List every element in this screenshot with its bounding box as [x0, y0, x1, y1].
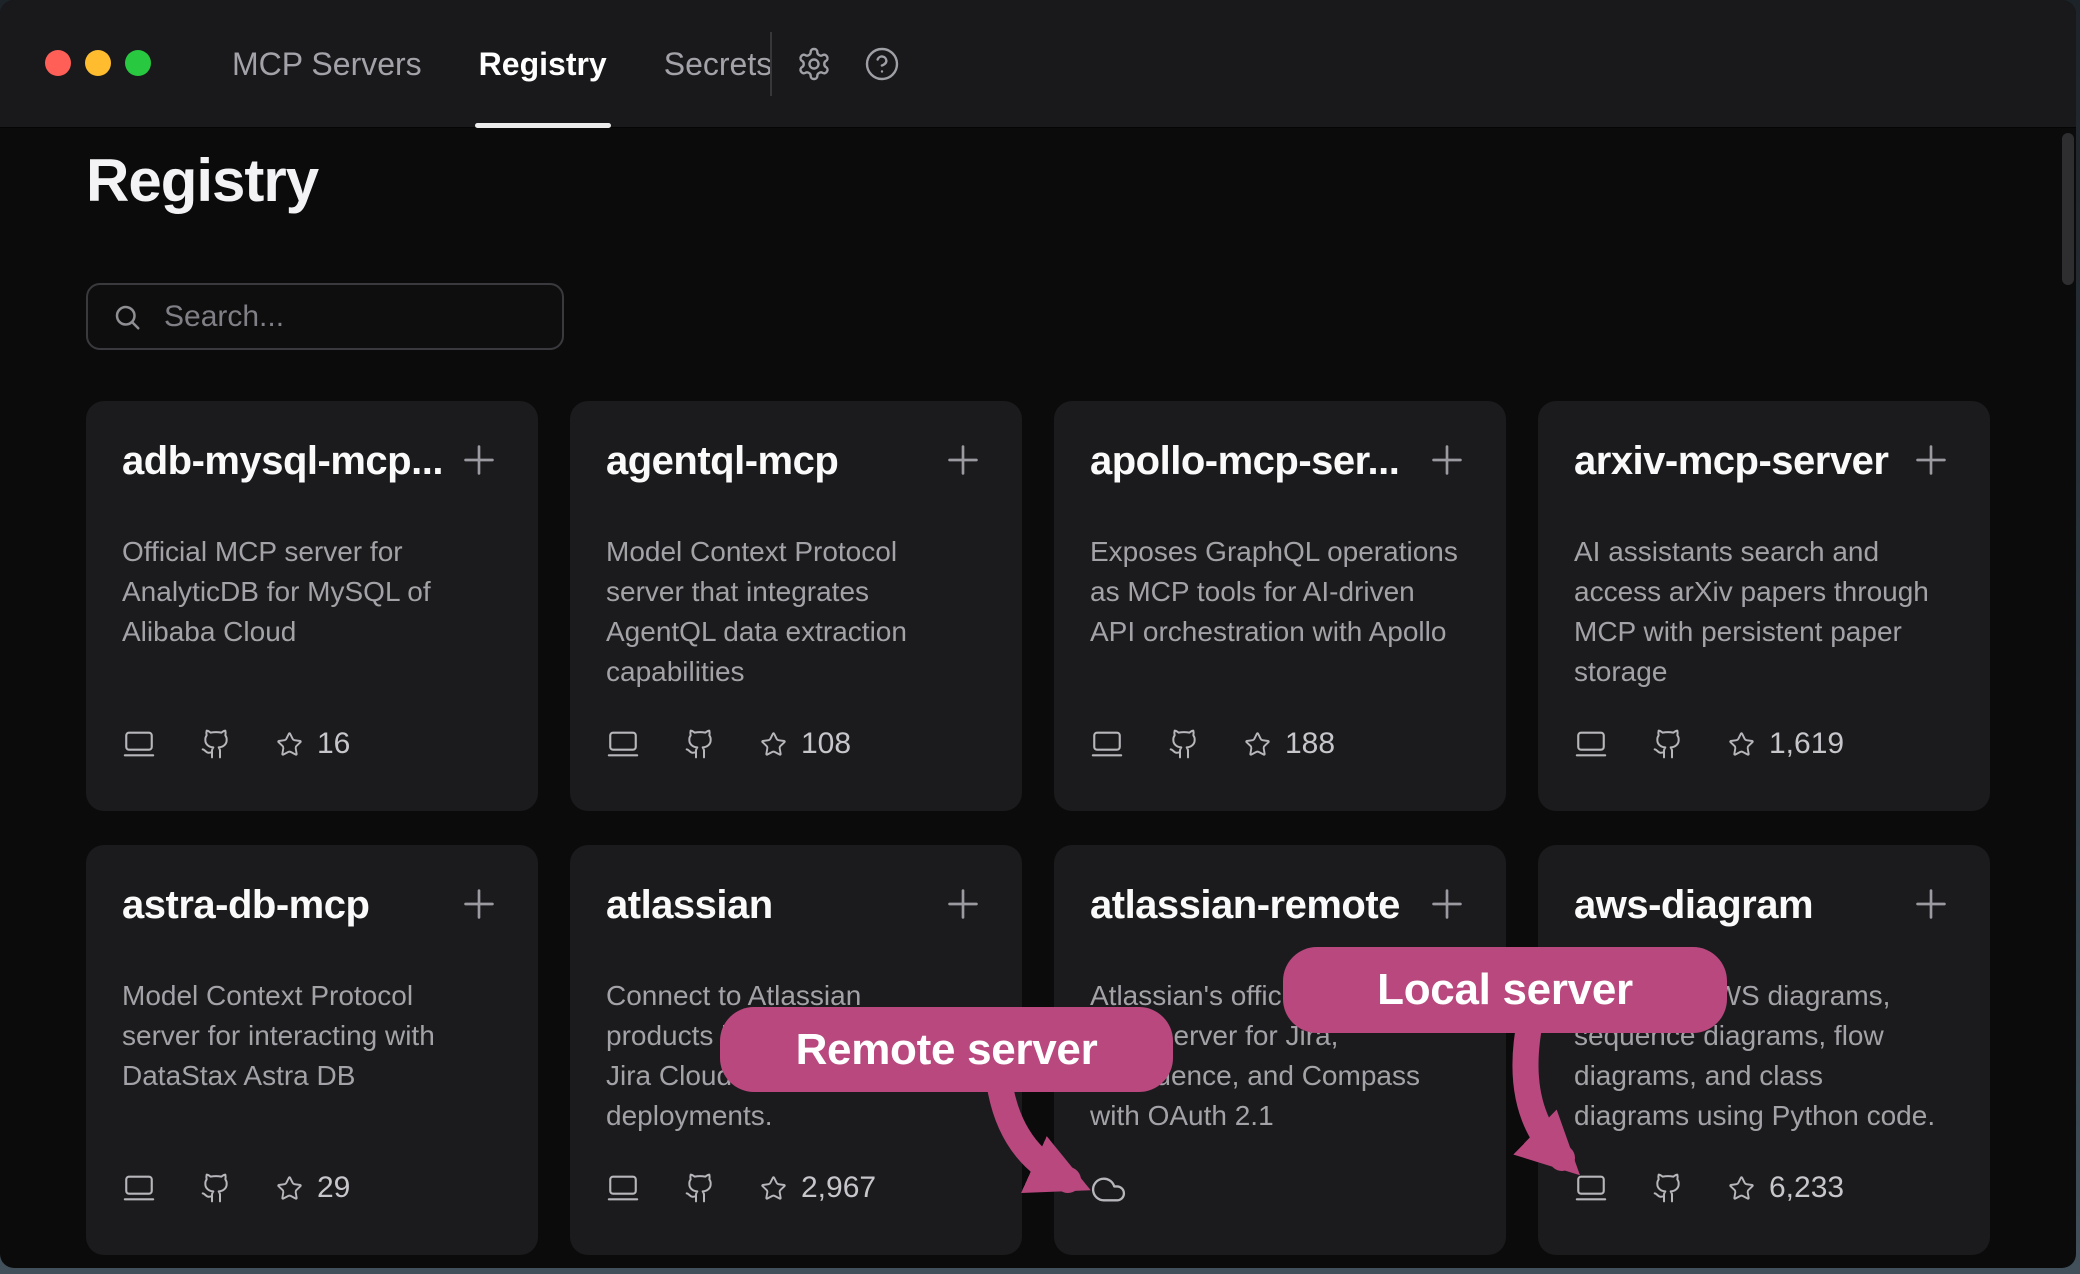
plus-icon	[940, 881, 986, 927]
star-count: 29	[317, 1171, 350, 1205]
server-card-aws-diagram[interactable]: aws-diagram Generate AWS diagrams, seque…	[1538, 845, 1990, 1255]
plus-icon	[456, 881, 502, 927]
github-icon[interactable]	[684, 728, 716, 760]
add-server-button[interactable]	[456, 881, 502, 930]
minimize-window-button[interactable]	[85, 50, 111, 76]
add-server-button[interactable]	[940, 437, 986, 486]
server-meta: 1,619	[1574, 727, 1844, 761]
search-box	[86, 283, 564, 350]
star-count: 188	[1285, 727, 1335, 761]
star-icon	[1728, 731, 1755, 758]
star-icon	[1728, 1175, 1755, 1202]
server-card-arxiv[interactable]: arxiv-mcp-server AI assistants search an…	[1538, 401, 1990, 811]
tab-secrets[interactable]: Secrets	[664, 0, 772, 128]
github-icon[interactable]	[1168, 728, 1200, 760]
server-description: Atlassian's official MCP server for Jira…	[1090, 976, 1486, 1136]
cloud-icon	[1090, 1171, 1127, 1208]
server-name: adb-mysql-mcp...	[122, 437, 443, 485]
server-card-atlassian-remote[interactable]: atlassian-remote Atlassian's official MC…	[1054, 845, 1506, 1255]
server-description: Connect to Atlassian products including …	[606, 976, 1002, 1136]
star-icon	[760, 731, 787, 758]
laptop-icon	[1574, 727, 1608, 761]
server-meta	[1090, 1171, 1127, 1208]
app-window: MCP Servers Registry Secrets Registry	[0, 0, 2076, 1268]
add-server-button[interactable]	[1424, 881, 1470, 930]
zoom-window-button[interactable]	[125, 50, 151, 76]
star-count: 6,233	[1769, 1171, 1844, 1205]
laptop-icon	[606, 727, 640, 761]
server-description: Model Context Protocol server that integ…	[606, 532, 1002, 692]
star-count: 16	[317, 727, 350, 761]
laptop-icon	[1574, 1171, 1608, 1205]
plus-icon	[1424, 437, 1470, 483]
laptop-icon	[122, 1171, 156, 1205]
server-meta: 2,967	[606, 1171, 876, 1205]
traffic-lights	[45, 50, 151, 76]
laptop-icon	[122, 727, 156, 761]
tab-mcp-servers[interactable]: MCP Servers	[232, 0, 422, 128]
main-nav: MCP Servers Registry Secrets	[232, 0, 772, 128]
star-icon	[1244, 731, 1271, 758]
star-count: 108	[801, 727, 851, 761]
server-meta: 188	[1090, 727, 1335, 761]
server-name: agentql-mcp	[606, 437, 838, 485]
server-description: Official MCP server for AnalyticDB for M…	[122, 532, 518, 652]
star-icon	[276, 1175, 303, 1202]
laptop-icon	[1090, 727, 1124, 761]
star-count: 1,619	[1769, 727, 1844, 761]
server-card-astra-db[interactable]: astra-db-mcp Model Context Protocol serv…	[86, 845, 538, 1255]
server-name: arxiv-mcp-server	[1574, 437, 1888, 485]
nav-divider	[770, 32, 772, 96]
add-server-button[interactable]	[1424, 437, 1470, 486]
github-icon[interactable]	[200, 728, 232, 760]
github-icon[interactable]	[1652, 728, 1684, 760]
vertical-scrollbar-thumb[interactable]	[2062, 133, 2074, 285]
server-name: atlassian	[606, 881, 773, 929]
title-bar: MCP Servers Registry Secrets	[0, 0, 2076, 128]
tab-registry[interactable]: Registry	[479, 0, 607, 128]
server-card-agentql[interactable]: agentql-mcp Model Context Protocol serve…	[570, 401, 1022, 811]
star-icon	[276, 731, 303, 758]
search-input[interactable]	[162, 299, 552, 335]
github-icon[interactable]	[684, 1172, 716, 1204]
page-title: Registry	[86, 146, 318, 215]
star-count: 2,967	[801, 1171, 876, 1205]
server-name: astra-db-mcp	[122, 881, 369, 929]
server-meta: 16	[122, 727, 350, 761]
plus-icon	[1424, 881, 1470, 927]
server-description: Exposes GraphQL operations as MCP tools …	[1090, 532, 1486, 652]
server-meta: 29	[122, 1171, 350, 1205]
server-meta: 6,233	[1574, 1171, 1844, 1205]
settings-button[interactable]	[796, 46, 832, 82]
server-description: Model Context Protocol server for intera…	[122, 976, 518, 1096]
add-server-button[interactable]	[1908, 881, 1954, 930]
help-button[interactable]	[864, 46, 900, 82]
server-name: aws-diagram	[1574, 881, 1813, 929]
add-server-button[interactable]	[940, 881, 986, 930]
server-name: atlassian-remote	[1090, 881, 1400, 929]
add-server-button[interactable]	[456, 437, 502, 486]
server-name: apollo-mcp-ser...	[1090, 437, 1399, 485]
server-card-adb-mysql[interactable]: adb-mysql-mcp... Official MCP server for…	[86, 401, 538, 811]
add-server-button[interactable]	[1908, 437, 1954, 486]
plus-icon	[940, 437, 986, 483]
search-icon	[112, 302, 142, 332]
plus-icon	[1908, 437, 1954, 483]
gear-icon	[796, 46, 832, 82]
plus-icon	[456, 437, 502, 483]
star-icon	[760, 1175, 787, 1202]
github-icon[interactable]	[200, 1172, 232, 1204]
registry-grid: adb-mysql-mcp... Official MCP server for…	[86, 401, 1990, 1255]
server-meta: 108	[606, 727, 851, 761]
close-window-button[interactable]	[45, 50, 71, 76]
help-circle-icon	[864, 46, 900, 82]
server-card-atlassian[interactable]: atlassian Connect to Atlassian products …	[570, 845, 1022, 1255]
server-card-apollo[interactable]: apollo-mcp-ser... Exposes GraphQL operat…	[1054, 401, 1506, 811]
laptop-icon	[606, 1171, 640, 1205]
plus-icon	[1908, 881, 1954, 927]
github-icon[interactable]	[1652, 1172, 1684, 1204]
server-description: AI assistants search and access arXiv pa…	[1574, 532, 1970, 692]
server-description: Generate AWS diagrams, sequence diagrams…	[1574, 976, 1970, 1136]
